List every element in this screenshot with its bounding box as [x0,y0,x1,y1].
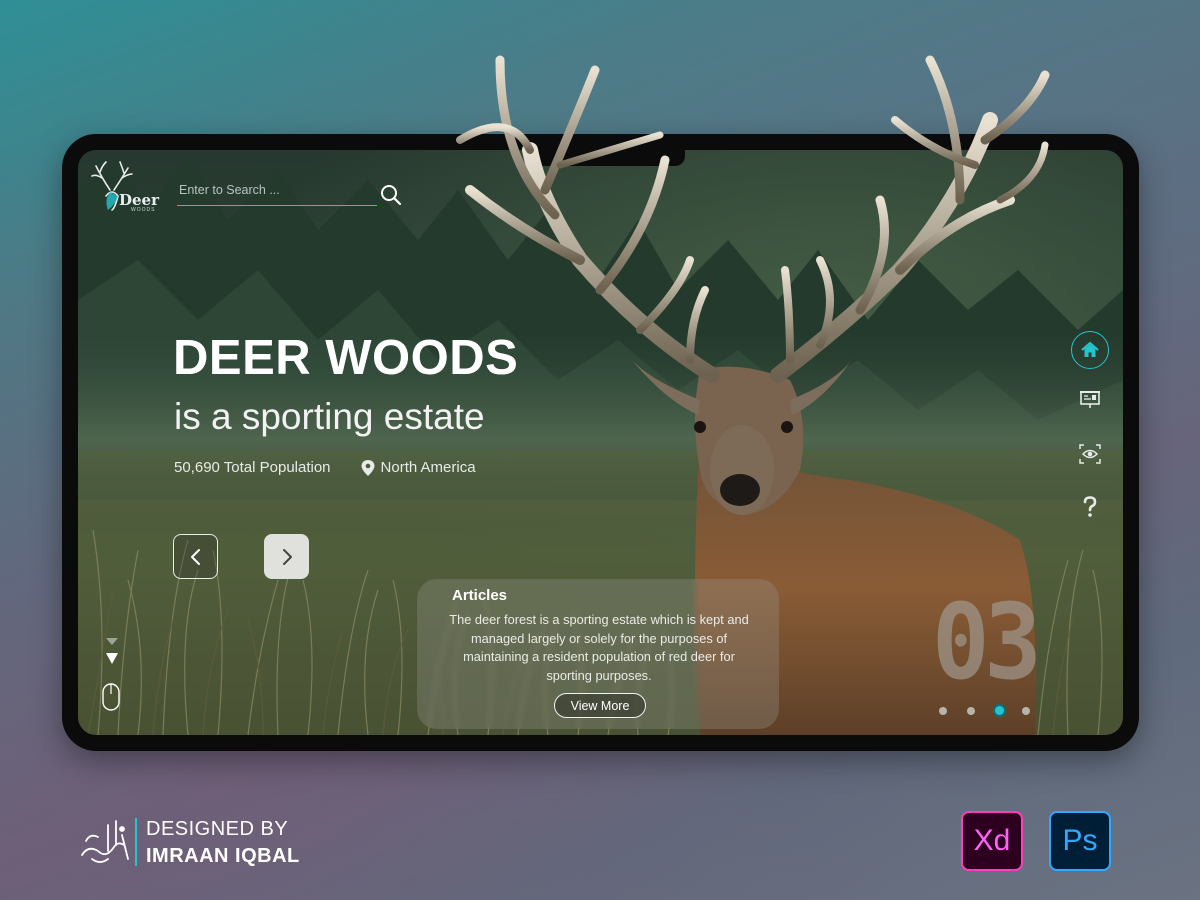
side-nav-view[interactable] [1071,435,1109,473]
articles-body: The deer forest is a sporting estate whi… [449,612,749,683]
side-nav-help[interactable] [1071,488,1109,526]
next-slide-button[interactable] [264,534,309,579]
slide-dot[interactable] [993,704,1006,717]
scroll-down-arrows-icon[interactable] [104,636,120,666]
designed-by-label: DESIGNED BY [146,818,289,840]
search-bar [177,178,377,206]
location-pin-icon [361,459,375,476]
view-more-button[interactable]: View More [554,693,646,718]
credit-divider [135,818,137,866]
device-notch [525,148,685,166]
articles-title: Articles [452,587,508,604]
hero-subtitle: is a sporting estate [174,396,485,437]
search-icon[interactable] [379,183,403,207]
presentation-icon [1080,391,1100,408]
side-nav-presentation[interactable] [1071,381,1109,419]
signature-logo [81,820,129,863]
chevron-right-icon [282,548,292,565]
slide-dot[interactable] [1022,706,1030,715]
hero-title: DEER WOODS [173,331,519,385]
designer-name: IMRAAN IQBAL [146,845,300,867]
slide-dot[interactable] [939,706,947,715]
location-text: North America [380,459,476,476]
mouse-scroll-icon [102,683,120,711]
adobe-photoshop-icon: Ps [1049,811,1111,871]
logo-subtext: WOODS [131,207,156,213]
prev-slide-button[interactable] [173,534,218,579]
adobe-xd-icon: Xd [961,811,1023,871]
chevron-left-icon [190,548,200,565]
search-input[interactable] [177,178,377,202]
question-icon [1083,496,1097,517]
home-icon [1081,341,1099,357]
eye-scan-icon [1079,444,1101,464]
side-nav-home[interactable] [1071,331,1109,369]
population-text: 50,690 Total Population [174,459,331,476]
slide-dots [939,704,1050,717]
slide-number: 03 [932,581,1042,703]
slide-dot[interactable] [967,706,975,715]
hero-stats: 50,690 Total Population North America [174,459,476,476]
